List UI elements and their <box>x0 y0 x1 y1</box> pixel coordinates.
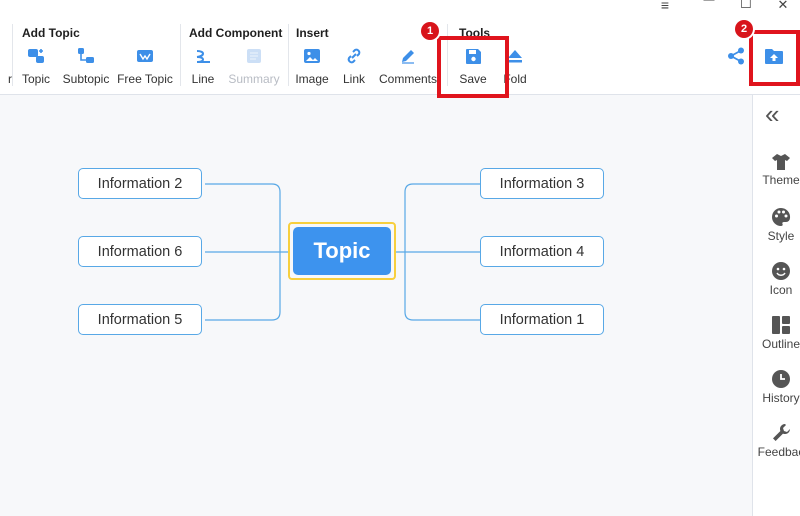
mindmap-node-right-3[interactable]: Information 1 <box>480 304 604 335</box>
free-topic-label: Free Topic <box>117 72 173 86</box>
maximize-button[interactable]: ☐ <box>737 0 755 12</box>
highlight-save <box>437 36 509 98</box>
sidebar-item-feedback[interactable]: Feedbac <box>753 423 800 459</box>
link-icon <box>342 44 366 68</box>
menu-icon[interactable]: ≡ <box>656 0 674 13</box>
sidebar-item-history[interactable]: History <box>753 369 800 405</box>
line-button[interactable]: Line <box>191 44 215 88</box>
free-topic-icon <box>133 44 157 68</box>
toolbar-cut-item[interactable]: r <box>0 44 22 88</box>
sidebar-item-outline[interactable]: Outline <box>753 315 800 351</box>
mindmap-node-left-3[interactable]: Information 5 <box>78 304 202 335</box>
summary-label: Summary <box>228 72 280 86</box>
sidebar-item-icon[interactable]: Icon <box>753 261 800 297</box>
group-title-add-component: Add Component <box>189 26 283 40</box>
line-label: Line <box>191 72 215 86</box>
separator <box>180 24 181 86</box>
sidebar-label-theme: Theme <box>762 173 800 187</box>
share-icon <box>724 44 748 68</box>
mindmap-node-right-2[interactable]: Information 4 <box>480 236 604 267</box>
share-button[interactable] <box>725 44 747 88</box>
image-button[interactable]: Image <box>295 44 329 88</box>
palette-icon <box>772 207 791 226</box>
sidebar-label-history: History <box>762 391 800 405</box>
image-icon <box>300 44 324 68</box>
sidebar-label-feedback: Feedbac <box>757 445 800 459</box>
wrench-icon <box>773 423 790 441</box>
topic-icon <box>24 44 48 68</box>
mindmap-node-right-1[interactable]: Information 3 <box>480 168 604 199</box>
mindmap-node-left-1[interactable]: Information 2 <box>78 168 202 199</box>
outline-icon <box>772 316 790 334</box>
sidebar-label-style: Style <box>767 229 795 243</box>
link-button[interactable]: Link <box>342 44 366 88</box>
clock-icon <box>772 370 790 388</box>
group-title-add-topic: Add Topic <box>22 26 80 40</box>
minimize-button[interactable]: — <box>700 0 718 6</box>
highlight-export <box>749 30 800 86</box>
summary-button[interactable]: Summary <box>228 44 280 88</box>
central-topic-selection: Topic <box>288 222 396 280</box>
comments-button[interactable]: Comments <box>379 44 438 88</box>
summary-icon <box>242 44 266 68</box>
separator <box>12 24 13 86</box>
pencil-icon <box>396 44 420 68</box>
sidebar-item-style[interactable]: Style <box>753 207 800 243</box>
central-topic[interactable]: Topic <box>293 227 391 275</box>
collapse-sidebar-icon[interactable]: « <box>765 101 779 127</box>
subtopic-button[interactable]: Subtopic <box>61 44 111 88</box>
mindmap-node-left-2[interactable]: Information 6 <box>78 236 202 267</box>
shirt-icon <box>772 154 790 170</box>
topic-label: Topic <box>22 72 51 86</box>
free-topic-button[interactable]: Free Topic <box>117 44 173 88</box>
step-badge-2: 2 <box>735 20 753 38</box>
link-label: Link <box>342 72 365 86</box>
right-sidebar: « Theme Style Icon Outline History Feedb… <box>752 95 800 516</box>
sidebar-label-icon: Icon <box>769 283 793 297</box>
toolbar: r Add Topic Topic Subtopic Free Topic Ad… <box>0 0 800 95</box>
close-button[interactable]: ✕ <box>774 0 792 13</box>
subtopic-icon <box>74 44 98 68</box>
step-badge-1: 1 <box>421 22 439 40</box>
group-title-insert: Insert <box>296 26 329 40</box>
image-label: Image <box>295 72 329 86</box>
sidebar-item-theme[interactable]: Theme <box>753 153 800 187</box>
line-icon <box>191 44 215 68</box>
separator <box>288 24 289 86</box>
comments-label: Comments <box>379 72 438 86</box>
topic-button[interactable]: Topic <box>22 44 50 88</box>
sidebar-label-outline: Outline <box>761 337 800 351</box>
subtopic-label: Subtopic <box>62 72 110 86</box>
smiley-icon <box>772 262 790 280</box>
